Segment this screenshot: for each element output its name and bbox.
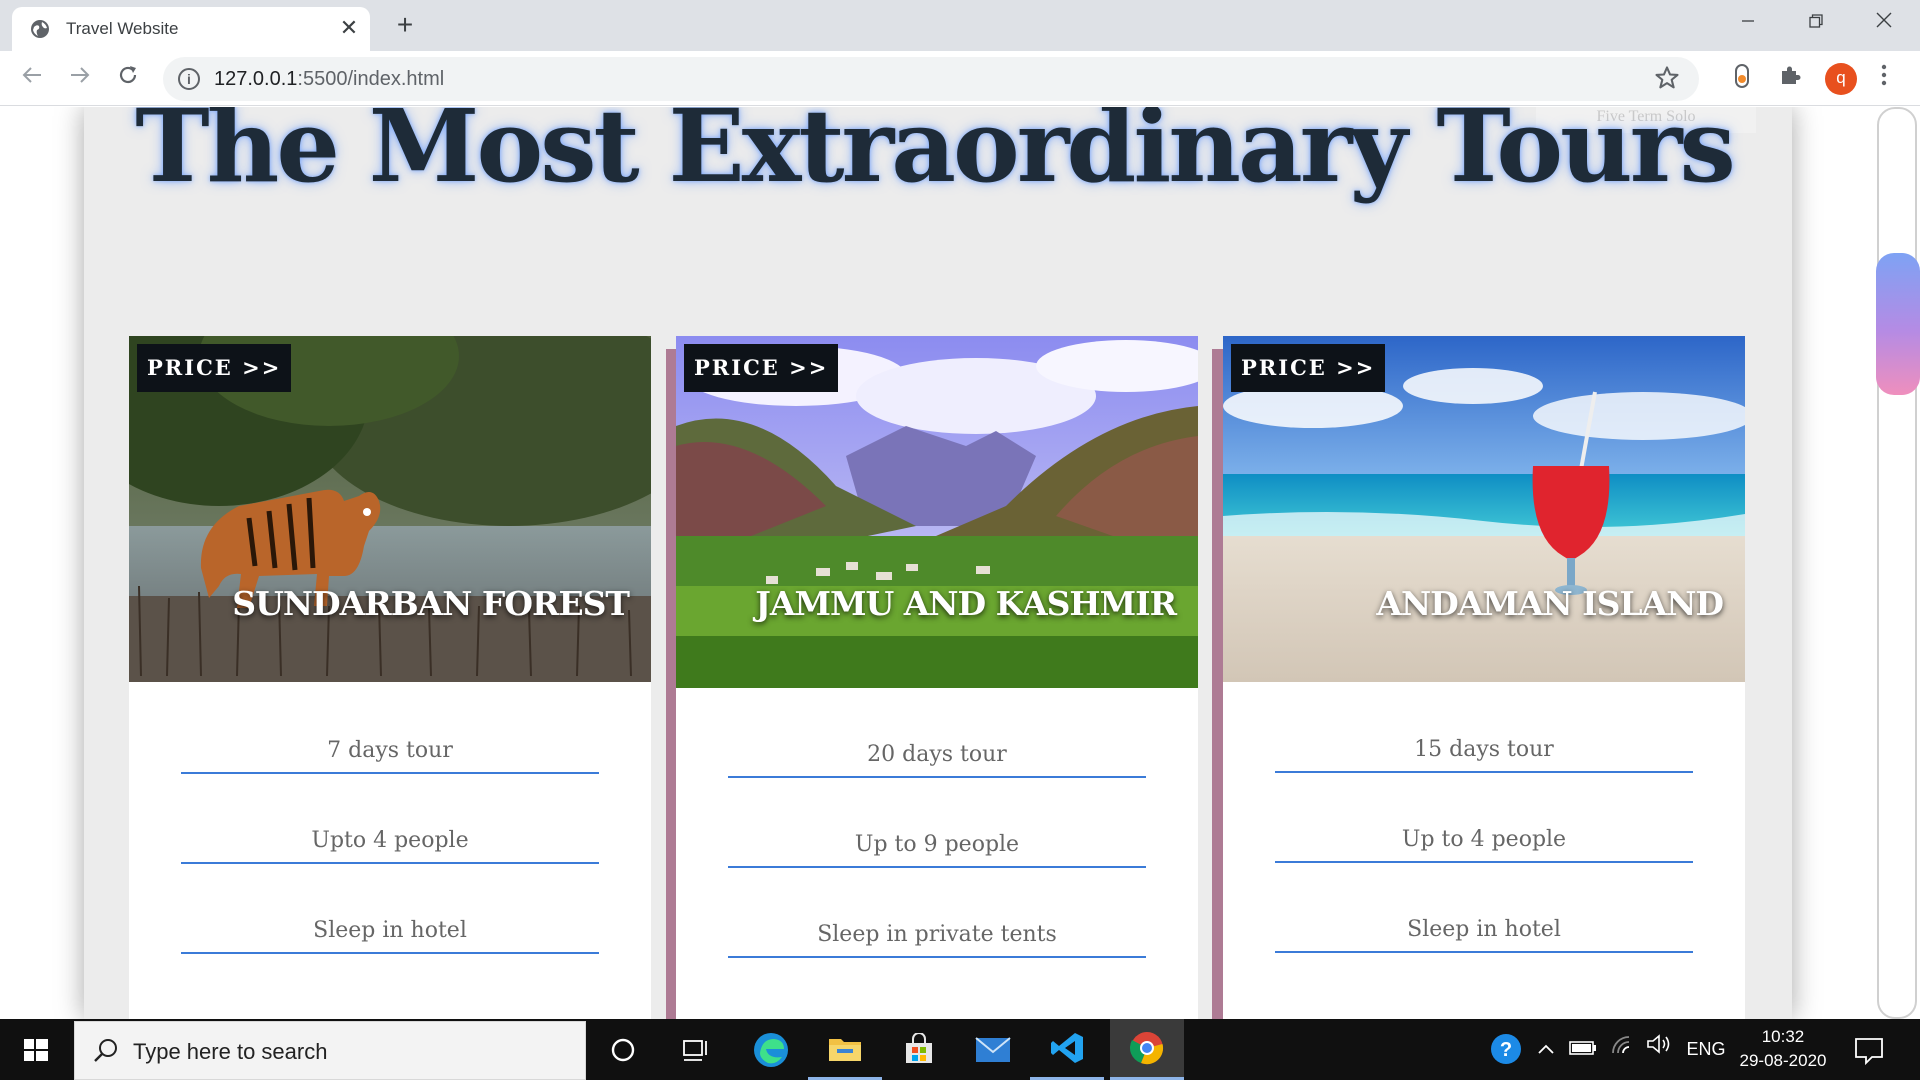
globe-icon bbox=[31, 20, 49, 38]
mail-icon[interactable] bbox=[956, 1019, 1030, 1080]
minimize-button[interactable] bbox=[1716, 0, 1780, 44]
microsoft-store-icon[interactable] bbox=[882, 1019, 956, 1080]
notification-icon[interactable] bbox=[1852, 1033, 1886, 1067]
url-host: 127.0.0.1 bbox=[214, 68, 298, 90]
chevron-up-icon[interactable] bbox=[1532, 1019, 1560, 1080]
scrollbar-thumb[interactable] bbox=[1876, 253, 1920, 395]
browser-tab[interactable]: Travel Website ✕ bbox=[12, 7, 370, 51]
edge-browser-icon[interactable] bbox=[734, 1019, 808, 1080]
reload-icon bbox=[119, 66, 137, 84]
close-window-button[interactable] bbox=[1852, 0, 1916, 44]
tab-strip: Travel Website ✕ + bbox=[0, 0, 1920, 51]
tour-group-size: Up to 9 people bbox=[728, 822, 1146, 868]
url-text[interactable]: 127.0.0.1:5500/index.html bbox=[214, 68, 444, 91]
price-button[interactable]: PRICE >> bbox=[137, 344, 292, 392]
search-icon bbox=[94, 1039, 117, 1062]
profile-avatar[interactable]: q bbox=[1825, 63, 1857, 95]
price-button[interactable]: PRICE >> bbox=[684, 344, 839, 392]
windows-taskbar: Type here to search ? ENG 10:32 29-08-20… bbox=[0, 1019, 1920, 1080]
page-container: Five Term Solo The Most Extraordinary To… bbox=[84, 107, 1792, 1019]
task-view-icon[interactable] bbox=[660, 1019, 734, 1080]
start-button[interactable] bbox=[0, 1019, 72, 1080]
url-path: :5500/index.html bbox=[297, 68, 445, 90]
scrollbar-rail[interactable] bbox=[1877, 107, 1917, 1019]
web-viewport: Five Term Solo The Most Extraordinary To… bbox=[0, 107, 1920, 1019]
wifi-icon[interactable] bbox=[1606, 1019, 1640, 1080]
help-icon[interactable]: ? bbox=[1486, 1019, 1526, 1080]
clock-date: 29-08-2020 bbox=[1739, 1051, 1827, 1070]
file-explorer-icon[interactable] bbox=[808, 1019, 882, 1080]
forward-button[interactable] bbox=[64, 63, 96, 95]
restore-button[interactable] bbox=[1784, 0, 1848, 44]
card-title: ANDAMAN ISLAND bbox=[1376, 584, 1724, 623]
browser-toolbar: i 127.0.0.1:5500/index.html q bbox=[0, 51, 1920, 106]
language-indicator[interactable]: ENG bbox=[1684, 1019, 1728, 1080]
taskbar-search[interactable]: Type here to search bbox=[74, 1021, 586, 1080]
tour-group-size: Up to 4 people bbox=[1275, 817, 1693, 863]
arrow-right-icon bbox=[71, 67, 90, 83]
clock-time: 10:32 bbox=[1761, 1027, 1805, 1046]
tour-card[interactable]: PRICE >> ANDAMAN ISLAND 15 days tour Up … bbox=[1223, 336, 1745, 1019]
tour-card[interactable]: PRICE >> JAMMU AND KASHMIR 20 days tour … bbox=[676, 336, 1198, 1019]
price-button[interactable]: PRICE >> bbox=[1231, 344, 1386, 392]
card-title: SUNDARBAN FOREST bbox=[232, 584, 630, 623]
volume-icon[interactable] bbox=[1642, 1019, 1676, 1080]
tour-card[interactable]: PRICE >> SUNDARBAN FOREST 7 days tour Up… bbox=[129, 336, 651, 1019]
tour-accommodation: Sleep in private tents bbox=[728, 912, 1146, 958]
bookmark-star-icon[interactable] bbox=[1653, 63, 1681, 93]
beach-drink-image: PRICE >> ANDAMAN ISLAND bbox=[1223, 336, 1745, 682]
new-tab-button[interactable]: + bbox=[390, 10, 420, 40]
svg-text:?: ? bbox=[1500, 1039, 1512, 1061]
tour-duration: 7 days tour bbox=[181, 728, 599, 774]
reload-button[interactable] bbox=[112, 63, 144, 95]
restore-icon bbox=[1809, 14, 1823, 28]
tour-duration: 15 days tour bbox=[1275, 727, 1693, 773]
tour-accommodation: Sleep in hotel bbox=[1275, 907, 1693, 953]
address-bar[interactable]: i 127.0.0.1:5500/index.html bbox=[163, 57, 1699, 101]
search-placeholder: Type here to search bbox=[133, 1039, 328, 1064]
browser-menu-icon[interactable] bbox=[1872, 63, 1896, 95]
page-heading: The Most Extraordinary Tours bbox=[135, 107, 1736, 205]
tiger-forest-image: PRICE >> SUNDARBAN FOREST bbox=[129, 336, 651, 682]
card-title: JAMMU AND KASHMIR bbox=[755, 584, 1177, 623]
close-icon bbox=[1876, 12, 1892, 28]
mountain-valley-image: PRICE >> JAMMU AND KASHMIR bbox=[676, 336, 1198, 688]
windows-logo-icon bbox=[24, 1039, 48, 1061]
tab-title: Travel Website bbox=[66, 19, 179, 38]
minimize-icon bbox=[1742, 20, 1754, 22]
extension-recorder-icon[interactable] bbox=[1725, 63, 1759, 97]
battery-icon[interactable] bbox=[1566, 1019, 1600, 1080]
vscode-icon[interactable] bbox=[1030, 1019, 1104, 1080]
arrow-left-icon bbox=[22, 67, 41, 83]
back-button[interactable] bbox=[16, 63, 48, 95]
chrome-icon[interactable] bbox=[1110, 1019, 1184, 1080]
extensions-puzzle-icon[interactable] bbox=[1773, 63, 1807, 97]
tour-duration: 20 days tour bbox=[728, 732, 1146, 778]
close-tab-icon[interactable]: ✕ bbox=[336, 15, 362, 41]
system-clock[interactable]: 10:32 29-08-2020 bbox=[1735, 1025, 1831, 1073]
tour-accommodation: Sleep in hotel bbox=[181, 908, 599, 954]
site-info-icon[interactable]: i bbox=[178, 68, 200, 90]
cortana-icon[interactable] bbox=[586, 1019, 660, 1080]
tour-group-size: Upto 4 people bbox=[181, 818, 599, 864]
